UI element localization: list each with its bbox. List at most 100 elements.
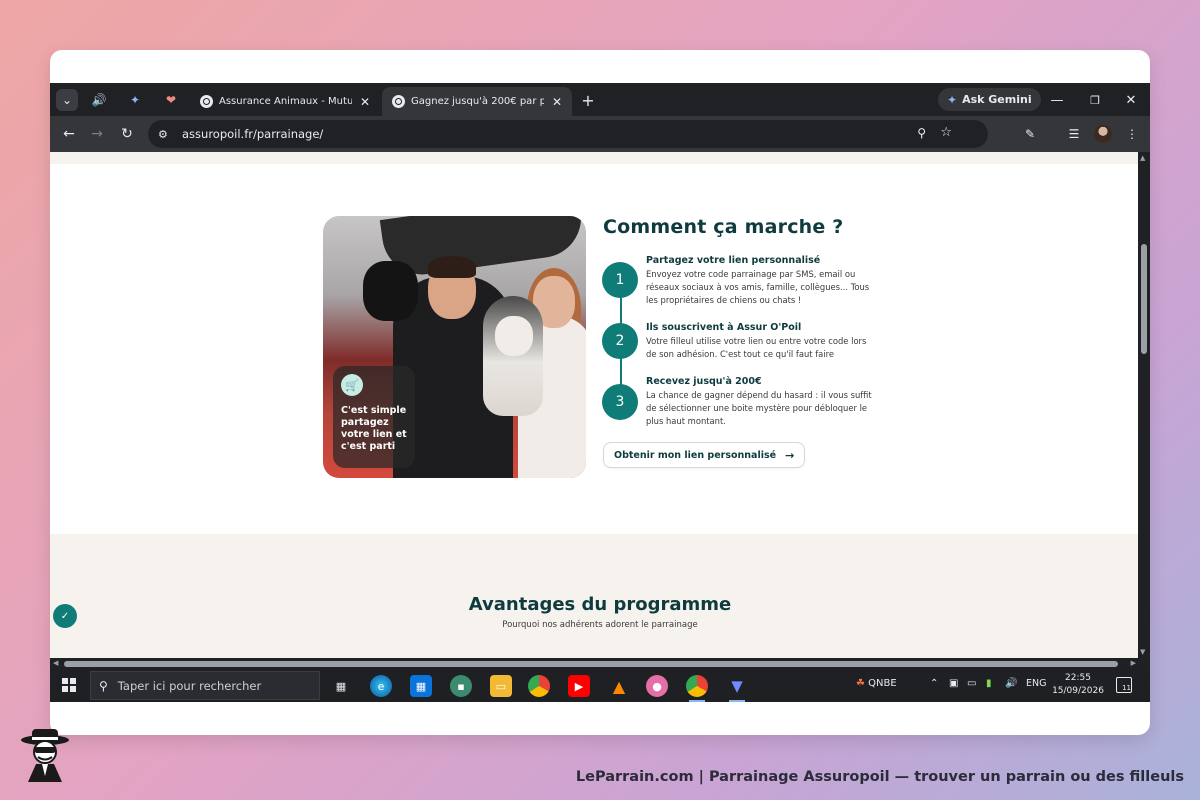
gemini-icon[interactable]: ✦ <box>124 89 146 111</box>
vpn-icon[interactable]: ▼ <box>726 675 748 702</box>
photo-overlay-card: 🛒 C'est simple partagez votre lien et c'… <box>333 366 415 468</box>
windows-taskbar: ⚲ Taper ici pour rechercher ▦ e ▦ ▪ ▭ ▶ … <box>50 669 1150 702</box>
menu-icon[interactable]: ⋮ <box>1122 124 1142 144</box>
file-explorer-icon[interactable]: ▭ <box>490 675 512 697</box>
browser-toolbar: ← → ↻ ⚙ assuropoil.fr/parrainage/ ⚲ ☆ ✎ … <box>50 116 1150 152</box>
youtube-icon[interactable]: ▶ <box>568 675 590 697</box>
tab-assurance-animaux[interactable]: Assurance Animaux - Mutuelle ✕ <box>190 87 380 116</box>
minimize-icon[interactable]: — <box>1042 89 1072 111</box>
top-section-edge <box>50 152 1138 164</box>
paint-icon[interactable]: ● <box>646 675 668 697</box>
step-3-badge: 3 <box>602 384 638 420</box>
app-monitor-icon[interactable]: ▪ <box>450 675 472 697</box>
step-1-badge: 1 <box>602 262 638 298</box>
scroll-left-icon[interactable]: ◀ <box>53 659 58 667</box>
step-2-title: Ils souscrivent à Assur O'Poil <box>646 322 802 333</box>
chrome-profile-icon[interactable] <box>686 675 708 702</box>
weather-text: QNBE <box>868 678 897 689</box>
screenshot-card: ⌄ 🔊 ✦ ❤ Assurance Animaux - Mutuelle ✕ G… <box>50 50 1150 735</box>
cat-figure <box>363 261 418 321</box>
man-hair <box>428 256 476 278</box>
step-2-desc: Votre filleul utilise votre lien ou entr… <box>646 336 867 359</box>
avatar[interactable] <box>1094 125 1112 143</box>
edge-icon[interactable]: e <box>370 675 392 697</box>
volume-icon[interactable]: 🔊 <box>1005 678 1017 689</box>
notification-count: 11 <box>1122 684 1131 692</box>
tab-title: Assurance Animaux - Mutuelle <box>219 96 352 107</box>
new-tab-icon[interactable]: + <box>577 89 599 111</box>
site-favicon-icon <box>392 95 405 108</box>
browser-window: ⌄ 🔊 ✦ ❤ Assurance Animaux - Mutuelle ✕ G… <box>50 83 1150 702</box>
store-icon[interactable]: ▦ <box>410 675 432 697</box>
taskbar-clock[interactable]: 22:55 15/09/2026 <box>1050 672 1106 698</box>
gemini-icon: ✦ <box>947 92 958 107</box>
ask-gemini-label: Ask Gemini <box>962 93 1032 106</box>
tab-gagnez[interactable]: Gagnez jusqu'à 200€ par parrai ✕ <box>382 87 572 116</box>
vlc-icon[interactable]: ▲ <box>608 675 630 697</box>
step-3-title: Recevez jusqu'à 200€ <box>646 376 762 387</box>
accessibility-badge-icon[interactable]: ✓ <box>53 604 77 628</box>
scroll-down-icon[interactable]: ▼ <box>1140 648 1145 656</box>
arrow-right-icon: → <box>785 448 795 462</box>
reading-list-icon[interactable]: ☰ <box>1064 124 1084 144</box>
speaker-icon[interactable]: 🔊 <box>88 89 110 111</box>
hero-photo: 🛒 C'est simple partagez votre lien et c'… <box>323 216 586 478</box>
url-text: assuropoil.fr/parrainage/ <box>182 127 324 141</box>
task-view-icon[interactable]: ▦ <box>330 675 352 697</box>
forward-icon[interactable]: → <box>86 123 108 145</box>
tray-chevron-icon[interactable]: ⌃ <box>930 678 938 689</box>
extensions-icon[interactable]: ✎ <box>1020 124 1040 144</box>
chrome-icon[interactable] <box>528 675 550 697</box>
tab-search-icon[interactable]: ⌄ <box>56 89 78 111</box>
horizontal-scroll-thumb[interactable] <box>64 661 1118 667</box>
step-1-desc: Envoyez votre code parrainage par SMS, e… <box>646 269 870 305</box>
back-icon[interactable]: ← <box>58 123 80 145</box>
benefits-subtitle: Pourquoi nos adhérents adorent le parrai… <box>502 620 698 630</box>
close-tab-icon[interactable]: ✕ <box>360 95 370 109</box>
benefits-title: Avantages du programme <box>468 594 732 615</box>
footer-caption: LeParrain.com | Parrainage Assuropoil — … <box>575 769 1184 785</box>
step-2-badge: 2 <box>602 323 638 359</box>
weather-icon: ☘ <box>856 678 865 689</box>
taskbar-search-placeholder: Taper ici pour rechercher <box>117 678 262 693</box>
scroll-right-icon[interactable]: ▶ <box>1131 659 1136 667</box>
share-bag-icon: 🛒 <box>341 374 363 396</box>
vertical-scrollbar[interactable]: ▲ ▼ <box>1138 152 1150 658</box>
windows-start-icon[interactable] <box>62 678 76 692</box>
site-favicon-icon <box>200 95 213 108</box>
clock-time: 22:55 <box>1065 673 1091 683</box>
scroll-up-icon[interactable]: ▲ <box>1140 154 1145 162</box>
search-icon: ⚲ <box>99 678 108 693</box>
tab-title: Gagnez jusqu'à 200€ par parrai <box>411 96 544 107</box>
close-tab-icon[interactable]: ✕ <box>552 95 562 109</box>
site-info-icon[interactable]: ⚙ <box>158 128 174 141</box>
tray-meet-icon[interactable]: ▣ <box>949 678 958 689</box>
address-bar[interactable]: ⚙ assuropoil.fr/parrainage/ ⚲ ☆ <box>148 120 988 148</box>
weather-widget[interactable]: ☘ QNBE <box>856 678 897 689</box>
ask-gemini-button[interactable]: ✦ Ask Gemini <box>938 88 1041 111</box>
get-link-label: Obtenir mon lien personnalisé <box>614 449 777 461</box>
pinned-tab-icon[interactable]: ❤ <box>160 89 182 111</box>
page-viewport: 🛒 C'est simple partagez votre lien et c'… <box>50 152 1138 658</box>
husky-dog <box>483 296 543 416</box>
zoom-icon[interactable]: ⚲ <box>917 126 926 140</box>
step-3-desc: La chance de gagner dépend du hasard : i… <box>646 390 872 426</box>
get-link-button[interactable]: Obtenir mon lien personnalisé → <box>603 442 806 468</box>
language-indicator[interactable]: ENG <box>1026 678 1046 689</box>
leparrain-mascot-icon <box>21 729 69 782</box>
notification-icon[interactable]: 11 <box>1116 677 1132 693</box>
restore-icon[interactable]: ❐ <box>1080 89 1110 111</box>
taskbar-search-input[interactable]: ⚲ Taper ici pour rechercher <box>90 671 320 700</box>
husky-face <box>495 316 533 356</box>
section-title: Comment ça marche ? <box>603 216 844 238</box>
tab-strip: ⌄ 🔊 ✦ ❤ Assurance Animaux - Mutuelle ✕ G… <box>50 83 1150 116</box>
star-icon[interactable]: ☆ <box>940 125 952 140</box>
clock-date: 15/09/2026 <box>1052 686 1104 696</box>
vertical-scroll-thumb[interactable] <box>1141 244 1147 354</box>
overlay-text: C'est simple partagez votre lien et c'es… <box>341 405 407 452</box>
close-icon[interactable]: ✕ <box>1116 89 1146 111</box>
horizontal-scrollbar[interactable]: ◀ ▶ <box>50 658 1150 669</box>
reload-icon[interactable]: ↻ <box>116 123 138 145</box>
battery-icon[interactable]: ▮ <box>986 678 992 689</box>
tray-display-icon[interactable]: ▭ <box>967 678 976 689</box>
